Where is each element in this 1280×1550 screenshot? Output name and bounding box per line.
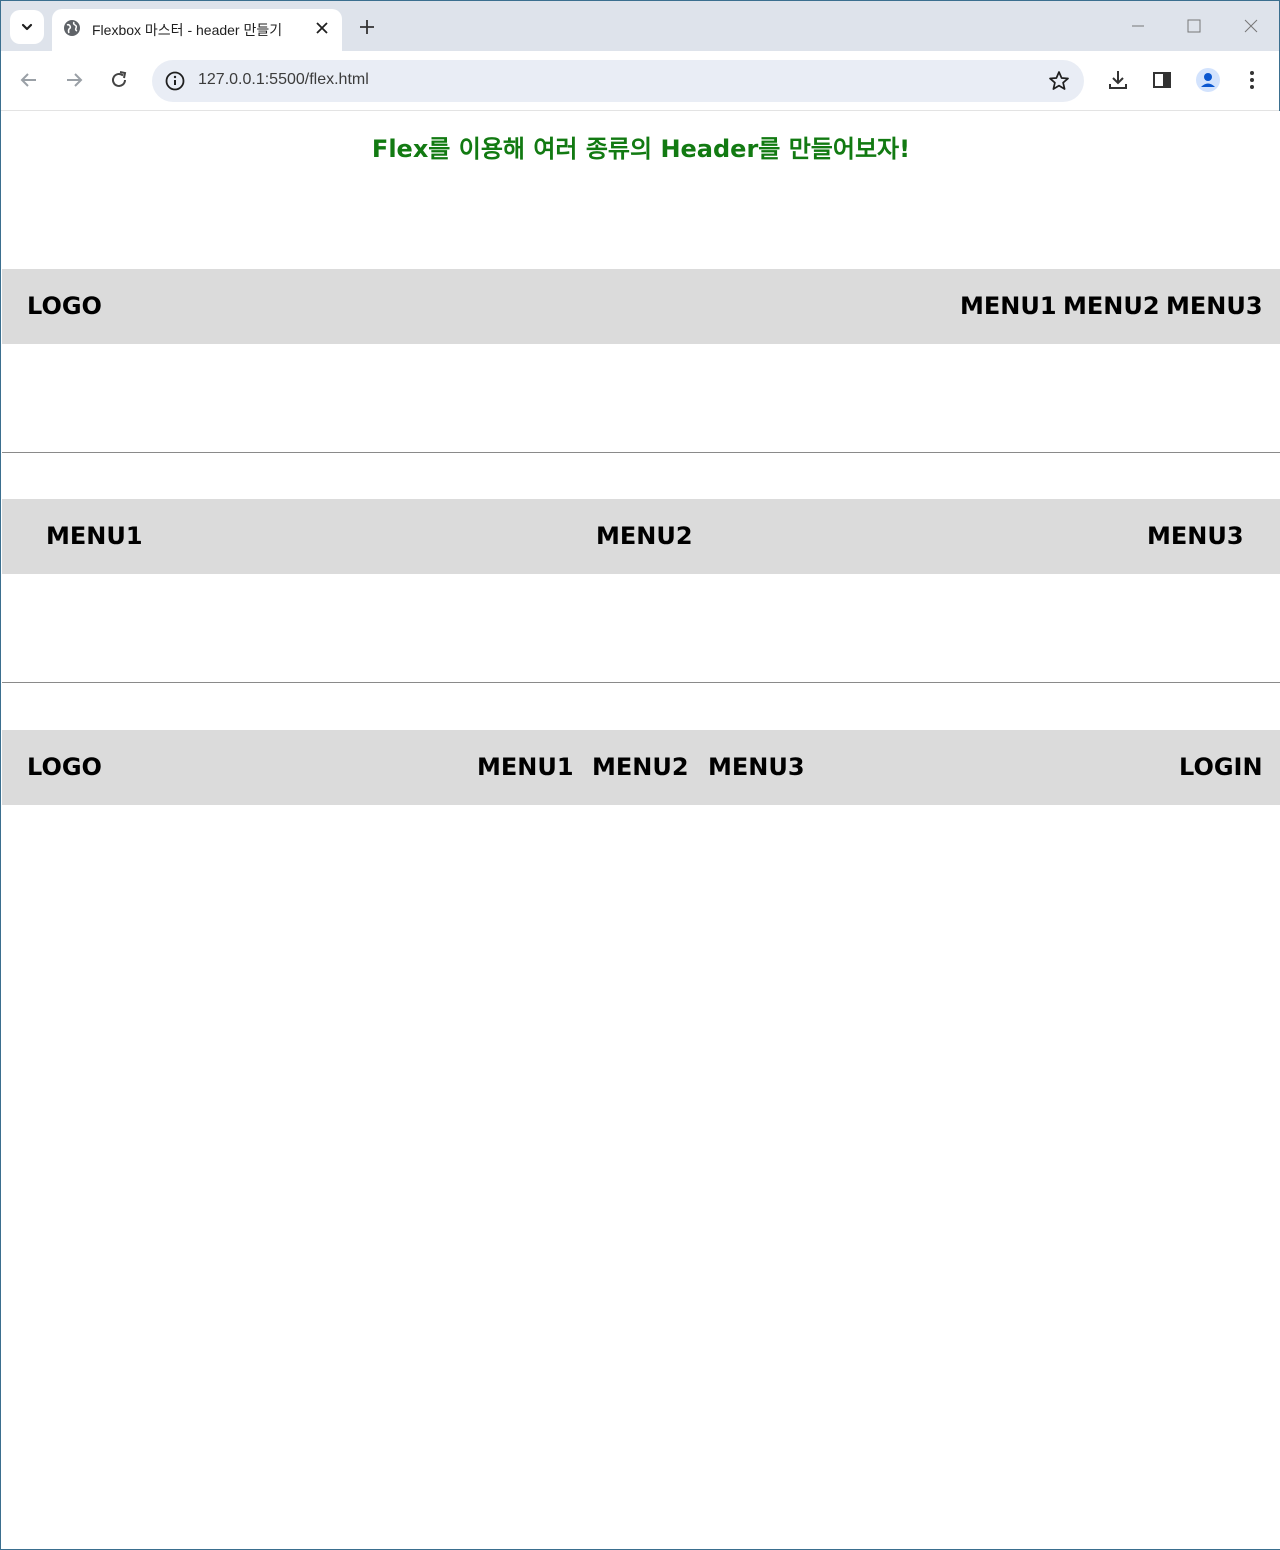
menu-item-2[interactable]: MENU2 (592, 753, 689, 781)
back-button[interactable] (13, 64, 45, 96)
header-2: MENU1 MENU2 MENU3 (2, 499, 1280, 574)
info-icon[interactable] (164, 70, 186, 92)
side-panel-button[interactable] (1149, 67, 1175, 93)
header-3: LOGO MENU1 MENU2 MENU3 LOGIN (2, 730, 1280, 805)
page-title: Flex를 이용해 여러 종류의 Header를 만들어보자! (371, 135, 911, 163)
maximize-button[interactable] (1179, 11, 1209, 41)
profile-button[interactable] (1195, 67, 1221, 93)
arrow-right-icon (67, 73, 83, 87)
menu-item-1[interactable]: MENU1 (46, 522, 143, 550)
tab-title: Flexbox 마스터 - header 만들기 (92, 20, 302, 40)
reload-button[interactable] (103, 64, 135, 96)
menu-item-3[interactable]: MENU3 (1166, 292, 1263, 320)
minimize-icon (1132, 25, 1144, 27)
chevron-down-icon (21, 23, 33, 31)
arrow-left-icon (20, 73, 36, 87)
header-1: LOGO MENU1 MENU2 MENU3 (2, 269, 1280, 344)
menu-item-3[interactable]: MENU3 (708, 753, 805, 781)
tab-strip: Flexbox 마스터 - header 만들기 (1, 1, 1279, 51)
more-vertical-icon (1250, 71, 1254, 89)
globe-icon (64, 20, 80, 36)
menu-item-1[interactable]: MENU1 (477, 753, 574, 781)
star-icon[interactable] (1048, 70, 1070, 92)
menu-item-1[interactable]: MENU1 (960, 292, 1057, 320)
maximize-icon (1187, 19, 1201, 33)
divider (2, 682, 1280, 683)
menu-button[interactable] (1239, 67, 1265, 93)
logo[interactable]: LOGO (27, 292, 102, 320)
browser-window: Flexbox 마스터 - header 만들기 127.0.0.1:5500/… (0, 0, 1280, 1550)
url-text[interactable]: 127.0.0.1:5500/flex.html (198, 71, 369, 89)
reload-icon (112, 71, 127, 87)
minimize-button[interactable] (1123, 11, 1153, 41)
menu-item-2[interactable]: MENU2 (1063, 292, 1160, 320)
active-tab[interactable]: Flexbox 마스터 - header 만들기 (52, 9, 342, 51)
download-button[interactable] (1105, 67, 1131, 93)
divider (2, 452, 1280, 453)
plus-icon (360, 20, 374, 34)
forward-button[interactable] (58, 64, 90, 96)
close-icon (1244, 19, 1258, 33)
menu-item-3[interactable]: MENU3 (1147, 522, 1244, 550)
logo[interactable]: LOGO (27, 753, 102, 781)
browser-toolbar: 127.0.0.1:5500/flex.html (1, 51, 1279, 111)
page-content: Flex를 이용해 여러 종류의 Header를 만들어보자! LOGO MEN… (2, 111, 1280, 1549)
download-icon (1109, 71, 1127, 89)
close-window-button[interactable] (1236, 11, 1266, 41)
new-tab-button[interactable] (353, 13, 381, 41)
avatar-icon (1196, 68, 1220, 92)
address-bar[interactable]: 127.0.0.1:5500/flex.html (152, 60, 1084, 102)
login-link[interactable]: LOGIN (1179, 753, 1263, 781)
tab-search-button[interactable] (10, 10, 44, 44)
close-tab-icon[interactable] (311, 17, 333, 39)
menu-item-2[interactable]: MENU2 (596, 522, 693, 550)
side-panel-icon (1153, 72, 1171, 88)
